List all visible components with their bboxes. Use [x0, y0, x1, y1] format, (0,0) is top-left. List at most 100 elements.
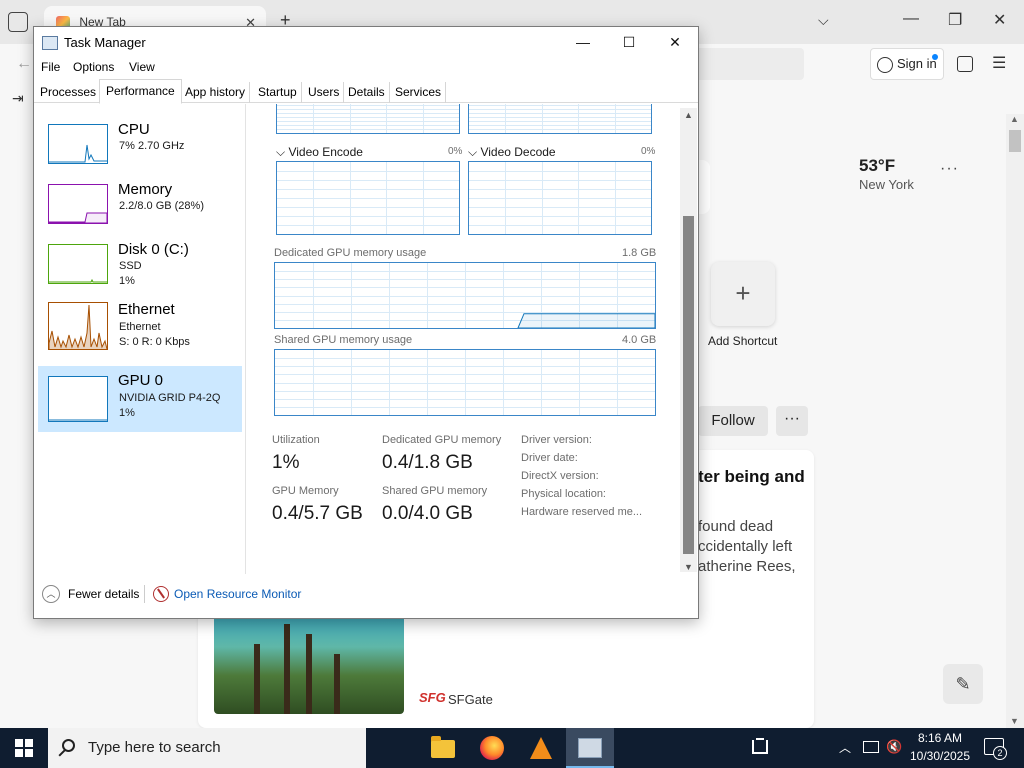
follow-button[interactable]: Follow [698, 406, 768, 436]
maximize-icon[interactable]: ☐ [606, 29, 652, 55]
resource-detail: NVIDIA GRID P4-2Q [119, 392, 221, 404]
resource-monitor-icon[interactable] [153, 586, 169, 602]
menu-file[interactable]: File [41, 60, 60, 74]
back-arrow-icon[interactable]: ← [16, 55, 32, 73]
minimize-icon[interactable]: — [560, 29, 606, 55]
resource-name: GPU 0 [118, 372, 164, 389]
add-shortcut-button[interactable]: + [711, 262, 775, 326]
open-resource-monitor-link[interactable]: Open Resource Monitor [174, 587, 301, 601]
chevron-up-icon[interactable]: ︿ [42, 585, 60, 603]
card-peek [698, 160, 710, 214]
edit-pencil-icon[interactable]: ✎ [943, 664, 983, 704]
login-icon[interactable]: ⇥ [12, 90, 24, 107]
search-icon [62, 739, 75, 752]
cpu-thumbnail-graph [48, 124, 108, 164]
tab-app-history[interactable]: App history [181, 82, 251, 103]
utilization-value: 1% [272, 452, 300, 473]
task-manager-footer: ︿ Fewer details Open Resource Monitor [34, 575, 698, 619]
show-hidden-icons-chevron-icon[interactable]: ︿ [839, 739, 851, 756]
dedicated-memory-graph-max: 1.8 GB [622, 247, 657, 259]
tab-performance[interactable]: Performance [99, 79, 182, 104]
volume-muted-icon[interactable]: 🔇 [886, 739, 902, 755]
panel-scrollbar[interactable]: ▲ ▼ [680, 108, 697, 572]
engine-selector-left[interactable]: ⌵ Video Encode [276, 145, 363, 160]
memory-thumbnail-graph [48, 184, 108, 224]
fewer-details-button[interactable]: Fewer details [68, 587, 139, 601]
chevron-down-icon[interactable]: ⌵ [818, 12, 829, 29]
page-scrollbar[interactable]: ▲ ▼ [1006, 114, 1024, 728]
disk-thumbnail-graph [48, 244, 108, 284]
dedicated-gpu-memory-value: 0.4/1.8 GB [382, 452, 473, 473]
article-image[interactable] [214, 618, 404, 714]
follow-more-button[interactable]: ··· [776, 406, 808, 436]
driver-date-label: Driver date: [521, 452, 578, 464]
resource-detail-2: S: 0 R: 0 Kbps [119, 336, 190, 348]
dedicated-memory-graph [274, 262, 656, 329]
minimize-icon[interactable]: — [903, 10, 919, 28]
close-icon[interactable]: ✕ [652, 29, 698, 55]
shared-memory-graph-label: Shared GPU memory usage [274, 334, 413, 346]
tab-services[interactable]: Services [391, 82, 447, 103]
sign-in-button[interactable]: Sign in [870, 48, 944, 80]
resource-name: Disk 0 (C:) [118, 241, 189, 258]
tab-details[interactable]: Details [344, 82, 390, 103]
resource-memory[interactable]: Memory 2.2/8.0 GB (28%) [38, 176, 242, 242]
weather-more-button[interactable]: ··· [940, 160, 959, 178]
menu-icon[interactable]: ☰ [992, 53, 1006, 73]
task-manager-titlebar[interactable]: Task Manager — ☐ ✕ [34, 27, 698, 57]
shared-gpu-memory-value: 0.0/4.0 GB [382, 503, 473, 524]
resource-gpu[interactable]: GPU 0 NVIDIA GRID P4-2Q 1% [38, 366, 242, 432]
hardware-reserved-memory-label: Hardware reserved me... [521, 506, 643, 518]
weather-temperature: 53°F [859, 156, 896, 175]
tab-processes[interactable]: Processes [36, 82, 102, 103]
menu-bar: File Options View [34, 57, 698, 79]
windows-logo-icon [15, 739, 23, 747]
address-bar[interactable] [690, 48, 804, 80]
resource-cpu[interactable]: CPU 7% 2.70 GHz [38, 116, 242, 182]
scroll-up-icon[interactable]: ▲ [1010, 114, 1019, 124]
scroll-down-icon[interactable]: ▼ [684, 562, 693, 572]
clock-time[interactable]: 8:16 AM [905, 731, 975, 745]
dedicated-memory-graph-label: Dedicated GPU memory usage [274, 247, 427, 259]
close-icon[interactable]: ✕ [993, 10, 1006, 30]
task-view-button[interactable] [368, 728, 768, 768]
sign-in-label: Sign in [897, 56, 937, 71]
article-snippet: found dead ccidentally left atherine Ree… [698, 518, 796, 575]
menu-view[interactable]: View [129, 60, 155, 74]
taskbar-search-box[interactable]: Type here to search [48, 728, 366, 768]
tab-startup[interactable]: Startup [254, 82, 302, 103]
tab-users[interactable]: Users [304, 82, 345, 103]
engine-graph-3d [276, 104, 460, 134]
tab-overview-icon[interactable] [8, 12, 28, 32]
resource-name: Memory [118, 181, 173, 198]
ethernet-thumbnail-graph [48, 302, 108, 350]
extensions-icon[interactable] [957, 56, 973, 72]
task-manager-window: Task Manager — ☐ ✕ File Options View Pro… [33, 26, 699, 619]
engine-graph-copy [468, 104, 652, 134]
firefox-icon [480, 736, 504, 760]
resource-detail: SSD [119, 260, 142, 272]
scroll-up-icon[interactable]: ▲ [684, 110, 693, 120]
clock-date[interactable]: 10/30/2025 [905, 749, 975, 763]
shared-gpu-memory-label: Shared GPU memory [382, 485, 488, 497]
article-title[interactable]: ter being and [698, 466, 808, 488]
gpu-detail-panel: ⌵ Video Encode 0% ⌵ Video Decode 0% Dedi… [248, 104, 680, 574]
task-manager-app-icon [42, 36, 58, 50]
resource-detail-2: 1% [119, 275, 135, 287]
search-placeholder: Type here to search [88, 739, 221, 756]
network-icon[interactable] [863, 741, 879, 753]
resource-ethernet[interactable]: Ethernet Ethernet S: 0 R: 0 Kbps [38, 301, 242, 368]
panel-scrollbar-thumb[interactable] [683, 216, 694, 554]
restore-icon[interactable]: ❐ [948, 10, 962, 30]
directx-version-label: DirectX version: [521, 470, 599, 482]
menu-options[interactable]: Options [73, 60, 114, 74]
taskbar: Type here to search ︿ 🔇 8:16 AM 10/30/20… [0, 728, 1024, 768]
dedicated-gpu-memory-label: Dedicated GPU memory [382, 434, 502, 446]
start-button[interactable] [0, 728, 48, 768]
file-explorer-icon [431, 736, 455, 758]
scroll-down-icon[interactable]: ▼ [1010, 716, 1019, 726]
gpu-memory-label: GPU Memory [272, 485, 339, 497]
engine-selector-right[interactable]: ⌵ Video Decode [468, 145, 556, 160]
page-scrollbar-thumb[interactable] [1009, 130, 1021, 152]
resource-disk[interactable]: Disk 0 (C:) SSD 1% [38, 236, 242, 302]
